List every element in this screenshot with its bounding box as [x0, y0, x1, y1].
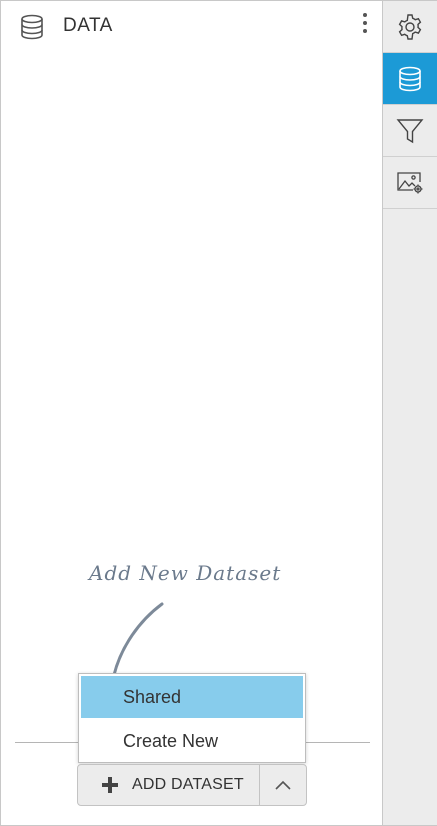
panel-header: DATA: [1, 1, 382, 53]
data-panel: DATA Add New Dataset Shared Create New A…: [1, 1, 382, 825]
add-dataset-label: ADD DATASET: [132, 776, 244, 793]
vertical-ellipsis-icon[interactable]: [357, 11, 373, 39]
chevron-up-icon: [275, 780, 291, 790]
add-dataset-menu: Shared Create New: [78, 673, 306, 763]
add-dataset-dropdown-toggle[interactable]: [260, 765, 306, 805]
add-dataset-hint: Add New Dataset: [81, 557, 381, 687]
database-icon: [19, 14, 45, 40]
app-frame: DATA Add New Dataset Shared Create New A…: [0, 0, 437, 826]
image-settings-tool-button[interactable]: [383, 157, 437, 209]
image-settings-icon: [397, 171, 423, 193]
plus-icon: [102, 777, 118, 793]
filter-tool-button[interactable]: [383, 105, 437, 157]
menu-item-shared[interactable]: Shared: [81, 676, 303, 718]
database-icon: [399, 66, 421, 91]
properties-tool-button[interactable]: [383, 1, 437, 53]
panel-title: DATA: [63, 15, 113, 36]
menu-item-create-new[interactable]: Create New: [81, 720, 303, 762]
gear-icon: [398, 13, 422, 40]
filter-icon: [396, 118, 424, 143]
add-dataset-button[interactable]: ADD DATASET: [78, 765, 259, 805]
data-tool-button[interactable]: [383, 53, 437, 105]
hint-text: Add New Dataset: [89, 561, 282, 585]
add-dataset-split-button: ADD DATASET: [77, 764, 307, 806]
right-toolbar: [382, 1, 437, 825]
